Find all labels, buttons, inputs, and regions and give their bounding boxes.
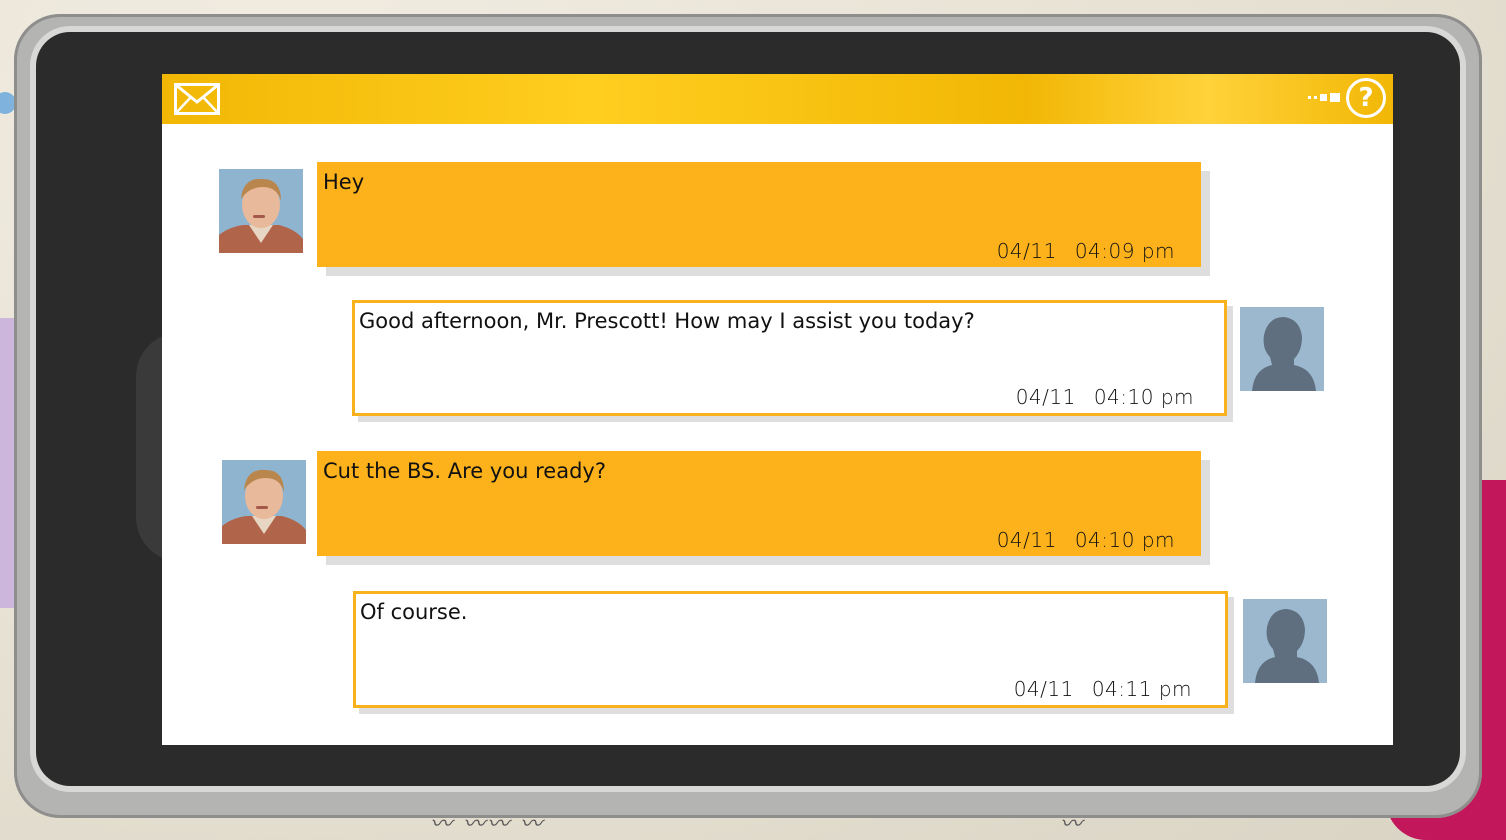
message-timestamp: 04/11 04:10 pm — [996, 528, 1175, 552]
portrait-icon — [219, 169, 303, 253]
user-avatar — [1240, 307, 1324, 391]
help-icon[interactable]: ? — [1346, 78, 1386, 118]
message-text: Cut the BS. Are you ready? — [323, 459, 606, 483]
message-bubble-incoming: Hey 04/11 04:09 pm — [317, 162, 1201, 267]
messaging-screen: ? Hey 04/11 04:09 pm Good afternoon, Mr. … — [162, 74, 1393, 745]
user-avatar — [1243, 599, 1327, 683]
mail-icon[interactable] — [174, 83, 220, 115]
message-bubble-outgoing: Of course. 04/11 04:11 pm — [353, 591, 1228, 708]
message-app-header: ? — [162, 74, 1393, 124]
silhouette-icon — [1243, 599, 1327, 683]
signal-icon — [1308, 93, 1340, 102]
message-text: Hey — [323, 170, 365, 194]
message-timestamp: 04/11 04:10 pm — [1015, 385, 1194, 409]
contact-avatar — [222, 460, 306, 544]
message-timestamp: 04/11 04:11 pm — [1013, 677, 1192, 701]
message-bubble-outgoing: Good afternoon, Mr. Prescott! How may I … — [352, 300, 1227, 416]
message-text: Of course. — [360, 600, 468, 624]
message-timestamp: 04/11 04:09 pm — [996, 239, 1175, 263]
silhouette-icon — [1240, 307, 1324, 391]
message-text: Good afternoon, Mr. Prescott! How may I … — [359, 309, 975, 333]
portrait-icon — [222, 460, 306, 544]
message-bubble-incoming: Cut the BS. Are you ready? 04/11 04:10 pm — [317, 451, 1201, 556]
contact-avatar — [219, 169, 303, 253]
